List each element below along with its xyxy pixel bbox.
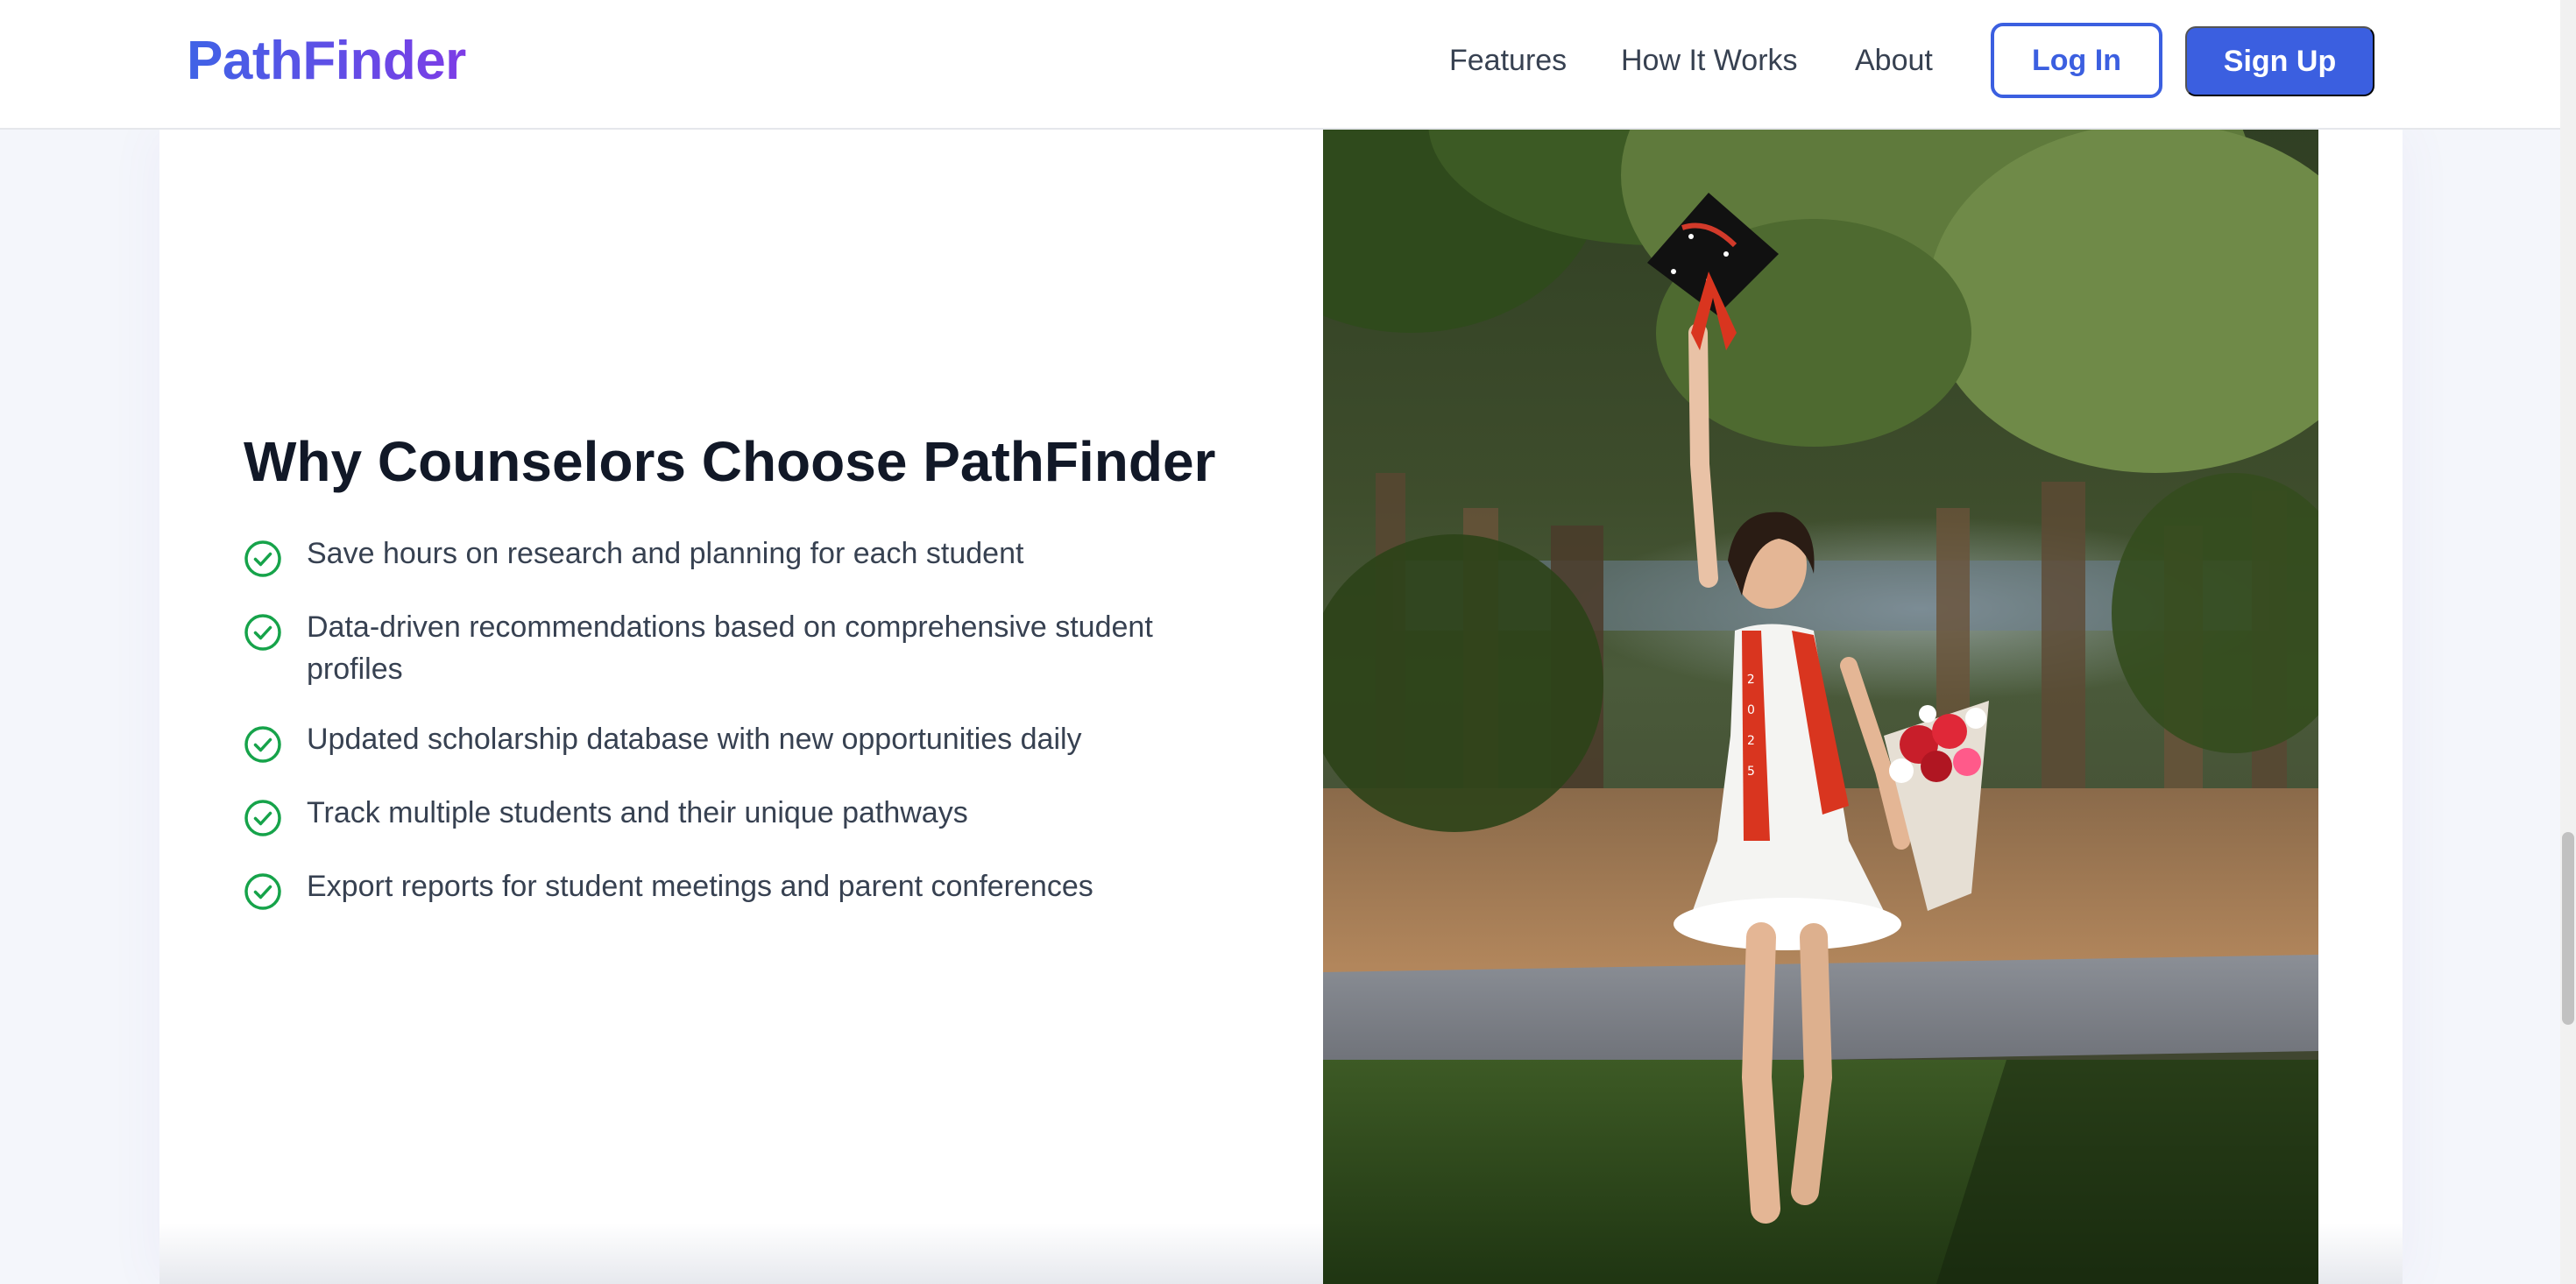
benefit-item: Export reports for student meetings and … [244, 865, 1190, 911]
graduate-photo: 2 0 2 5 [1323, 70, 2318, 1284]
benefit-text: Updated scholarship database with new op… [307, 723, 1082, 756]
graduate-photo-illustration: 2 0 2 5 [1323, 70, 2318, 1284]
benefit-item: Updated scholarship database with new op… [244, 718, 1190, 764]
check-circle-icon [244, 614, 281, 651]
benefit-text: Data-driven recommendations based on com… [307, 610, 1153, 686]
benefit-text: Export reports for student meetings and … [307, 870, 1093, 903]
nav-link-features[interactable]: Features [1449, 40, 1567, 81]
svg-text:2: 2 [1747, 734, 1755, 748]
section-title: Why Counselors Choose PathFinder [244, 430, 1216, 493]
check-circle-icon [244, 726, 281, 763]
benefit-text: Track multiple students and their unique… [307, 796, 968, 829]
benefit-item: Save hours on research and planning for … [244, 533, 1190, 578]
login-button[interactable]: Log In [1991, 23, 2162, 98]
nav-link-how-it-works[interactable]: How It Works [1621, 40, 1798, 81]
benefit-item: Track multiple students and their unique… [244, 792, 1190, 837]
check-circle-icon [244, 873, 281, 910]
svg-text:5: 5 [1747, 765, 1755, 779]
page-scrollbar-track[interactable] [2560, 0, 2576, 1284]
nav-link-about[interactable]: About [1855, 40, 1933, 81]
site-header: PathFinder Features How It Works About L… [0, 0, 2560, 130]
check-circle-icon [244, 540, 281, 577]
benefit-item: Data-driven recommendations based on com… [244, 606, 1190, 690]
svg-text:0: 0 [1747, 703, 1755, 717]
brand-logo[interactable]: PathFinder [187, 30, 466, 93]
signup-button[interactable]: Sign Up [2185, 26, 2374, 96]
svg-text:2: 2 [1747, 673, 1755, 687]
check-circle-icon [244, 800, 281, 836]
page-scrollbar-thumb[interactable] [2562, 832, 2574, 1025]
benefit-text: Save hours on research and planning for … [307, 537, 1024, 570]
